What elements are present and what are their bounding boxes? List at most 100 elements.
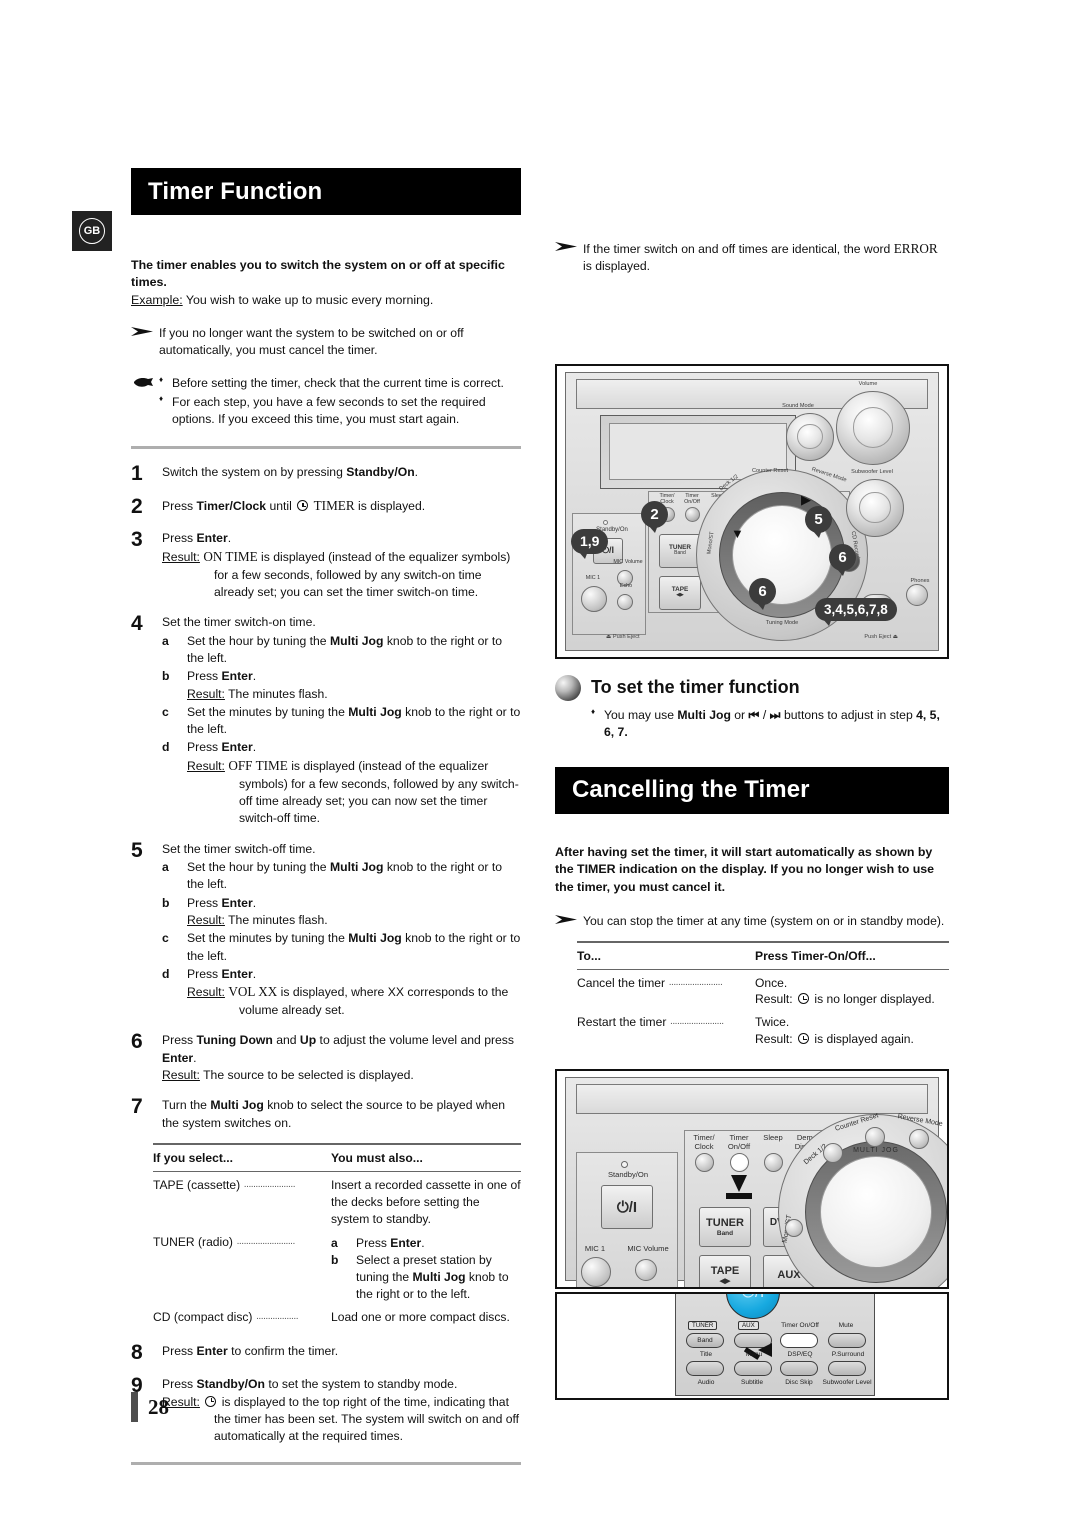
mic1-jack[interactable] (581, 1257, 611, 1288)
arrow-note-text: If you no longer want the system to be s… (159, 326, 464, 358)
tuner-button-label: TUNER (706, 1217, 744, 1230)
remote-dsp-eq-button[interactable] (780, 1361, 818, 1377)
multi-jog-ring[interactable] (805, 1141, 947, 1284)
table-cell-action: Cancel the timer (577, 975, 666, 990)
substep-letter: a (162, 859, 169, 874)
substep-d: d Press Enter. Result: VOL XX is display… (162, 966, 521, 1019)
tape-button[interactable]: TAPE ◀▶ (699, 1255, 751, 1288)
timer-onoff-knob[interactable] (730, 1153, 749, 1173)
remote-title-button[interactable] (686, 1361, 724, 1377)
result-text: The source to be selected is displayed. (199, 1067, 414, 1082)
mono-st-knob[interactable] (785, 1219, 803, 1238)
figure-remote-control: ⏻/I TUNER Band AUX Timer On/Off Mute Tit… (555, 1292, 949, 1401)
step-8: 8 Press Enter to confirm the timer. (131, 1341, 521, 1363)
power-led (621, 1161, 628, 1169)
tuner-button-sub: Band (716, 1229, 734, 1237)
echo-knob[interactable] (617, 593, 633, 610)
column-header-if-you-select: If you select... (153, 1150, 233, 1165)
remote-band-button[interactable]: Band (686, 1333, 724, 1349)
bullet-sphere-icon (555, 674, 581, 701)
table-cell-press-count: Once. (755, 975, 788, 990)
arrow-note-stop-timer: You can stop the timer at any time (syst… (555, 913, 949, 931)
mic-volume-label: MIC Volume (627, 1244, 669, 1254)
step-bold: Tuning Down (196, 1033, 273, 1048)
result-label: Result: (162, 1067, 200, 1082)
phones-label: Phones (910, 577, 930, 584)
result-label: Result: (755, 992, 793, 1007)
right-column: If the timer switch on and off times are… (555, 240, 949, 1401)
standby-on-button[interactable]: ⏻/I (601, 1185, 653, 1230)
result-label: Result: (187, 758, 225, 773)
substep-bold: Multi Jog (329, 859, 384, 874)
counter-reset-label: Counter Reset (751, 467, 789, 474)
intro-paragraph: The timer enables you to switch the syst… (131, 257, 521, 309)
subwoofer-level-knob[interactable] (846, 478, 904, 537)
table-cell-source: TAPE (cassette) (153, 1177, 241, 1192)
step-4: 4 Set the timer switch-on time. a Set th… (131, 612, 521, 827)
substep-text: Set the minutes by tuning the (187, 704, 349, 719)
substep-letter: d (162, 740, 170, 755)
tuner-button[interactable]: TUNER Band (699, 1207, 751, 1248)
pointing-hand-icon (131, 375, 159, 430)
step-9: 9 Press Standby/On to set the system to … (131, 1374, 521, 1445)
substep-text: Set the minutes by tuning the (187, 931, 349, 946)
remote-power-button[interactable]: ⏻/I (726, 1294, 780, 1320)
tape-button[interactable]: TAPE ◀▶ (659, 575, 701, 610)
callout-6-left: 6 (749, 577, 776, 610)
band-button-label: Band (697, 1337, 713, 1345)
tuner-button[interactable]: TUNER Band (659, 533, 701, 568)
table-row: Restart the timer ······················… (577, 1009, 949, 1049)
mic-volume-knob[interactable] (635, 1259, 657, 1282)
remote-menu-button[interactable] (734, 1361, 772, 1377)
tape-button-label: TAPE (710, 1264, 740, 1277)
timer-onoff-knob[interactable] (685, 506, 700, 522)
divider-bottom (131, 1461, 521, 1465)
arrow-note-error: If the timer switch on and off times are… (555, 240, 949, 276)
remote-timer-onoff-button[interactable] (780, 1333, 818, 1349)
leader-dots: ······················ (243, 1180, 296, 1192)
sleep-knob[interactable] (764, 1153, 783, 1173)
step-number: 2 (131, 495, 143, 519)
result-label: Result: (187, 686, 225, 701)
callout-6-right: 6 (829, 543, 856, 576)
substep-letter: b (162, 669, 170, 684)
substep-b: b Press Enter. Result: The minutes flash… (162, 668, 521, 703)
steps-list: 1 Switch the system on by pressing Stand… (131, 462, 521, 1445)
multi-jog-label: MULTI JOG (853, 1147, 899, 1155)
error-word: ERROR (893, 241, 938, 256)
timer-clock-knob[interactable] (695, 1153, 714, 1173)
step-text: Press (162, 1344, 197, 1359)
result-label: Result: (187, 912, 225, 927)
remote-p-surround-button[interactable] (828, 1361, 866, 1377)
page-number: 28 (148, 1394, 169, 1419)
leader-dots: ························· (236, 1237, 295, 1249)
step-text-post: to set the system to standby mode. (264, 1377, 458, 1392)
multi-jog-dial[interactable] (820, 1156, 932, 1269)
mic1-jack[interactable] (581, 585, 607, 612)
substep-text: Press (356, 1235, 391, 1250)
prev-track-icon: ⏮ (748, 707, 760, 722)
sound-mode-knob[interactable] (786, 412, 834, 461)
timer-clock-label: Timer/ Clock (693, 1133, 715, 1151)
example-text: You wish to wake up to music every morni… (182, 292, 434, 307)
set-timer-bullet: You may use Multi Jog or ⏮ / ⏭ buttons t… (591, 706, 949, 741)
remote-mute-button[interactable] (828, 1333, 866, 1349)
echo-label: Echo (619, 582, 633, 589)
manual-page: GB Timer Function The timer enables you … (0, 0, 1080, 1528)
substep-letter: d (162, 966, 170, 981)
result-text: is displayed (instead of the equalizer s… (214, 549, 511, 599)
phones-jack[interactable] (906, 583, 928, 606)
hand-note-list: Before setting the timer, check that the… (159, 374, 521, 428)
title-label: Title (699, 1351, 713, 1359)
table-row: Cancel the timer ·······················… (577, 970, 949, 1010)
step-bold: Standby/On (196, 1377, 265, 1392)
step-text-mid: until (266, 499, 296, 514)
menu-label: Menu (745, 1351, 763, 1359)
reverse-mode-knob[interactable] (909, 1129, 929, 1150)
volume-knob[interactable] (836, 390, 910, 465)
substep-bold: Enter (221, 895, 253, 910)
timer-onoff-label: Timer On/Off (781, 1322, 819, 1330)
step-bold: Standby/On (346, 465, 415, 480)
substep-text-post: . (252, 895, 257, 910)
tuner-tag-label: TUNER (688, 1321, 718, 1331)
